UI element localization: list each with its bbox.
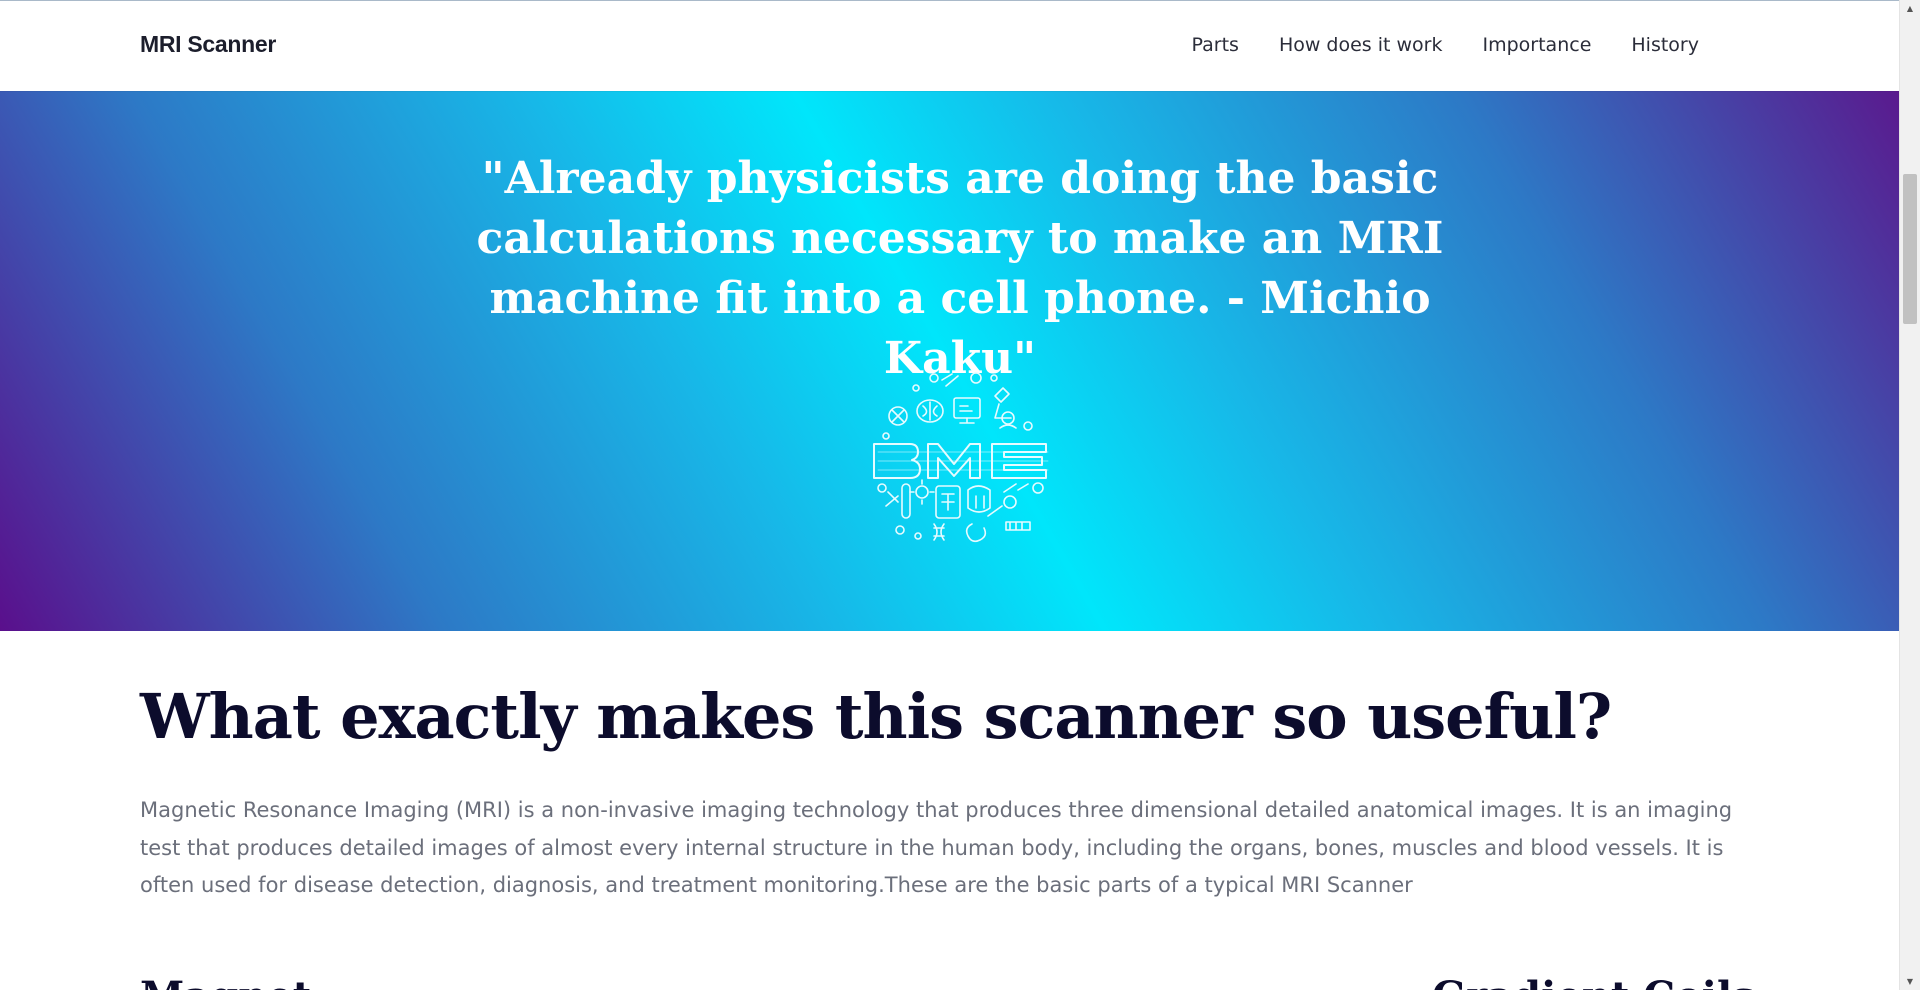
navbar: MRI Scanner Parts How does it work Impor… — [0, 1, 1899, 91]
hero-quote: "Already physicists are doing the basic … — [476, 153, 1444, 384]
vertical-scrollbar[interactable]: ▲ ▼ — [1899, 0, 1920, 990]
nav-link-how-does-it-work[interactable]: How does it work — [1279, 34, 1443, 56]
hero-banner: "Already physicists are doing the basic … — [0, 91, 1899, 631]
scroll-up-arrow-icon[interactable]: ▲ — [1900, 0, 1920, 17]
section-heading-magnet: Magnet — [140, 973, 311, 990]
page-title: What exactly makes this scanner so usefu… — [140, 680, 1612, 753]
nav-link-importance[interactable]: Importance — [1483, 34, 1592, 56]
scrollbar-thumb[interactable] — [1903, 174, 1917, 324]
bme-logo-icon — [873, 372, 1049, 543]
brand-logo-text[interactable]: MRI Scanner — [140, 31, 276, 58]
main-nav: Parts How does it work Importance Histor… — [1152, 34, 1699, 56]
nav-link-parts[interactable]: Parts — [1192, 34, 1239, 56]
nav-link-history[interactable]: History — [1631, 34, 1699, 56]
scroll-down-arrow-icon[interactable]: ▼ — [1900, 973, 1920, 990]
intro-paragraph: Magnetic Resonance Imaging (MRI) is a no… — [140, 798, 1733, 897]
section-heading-gradient-coils: Gradient Coils — [1432, 973, 1755, 990]
